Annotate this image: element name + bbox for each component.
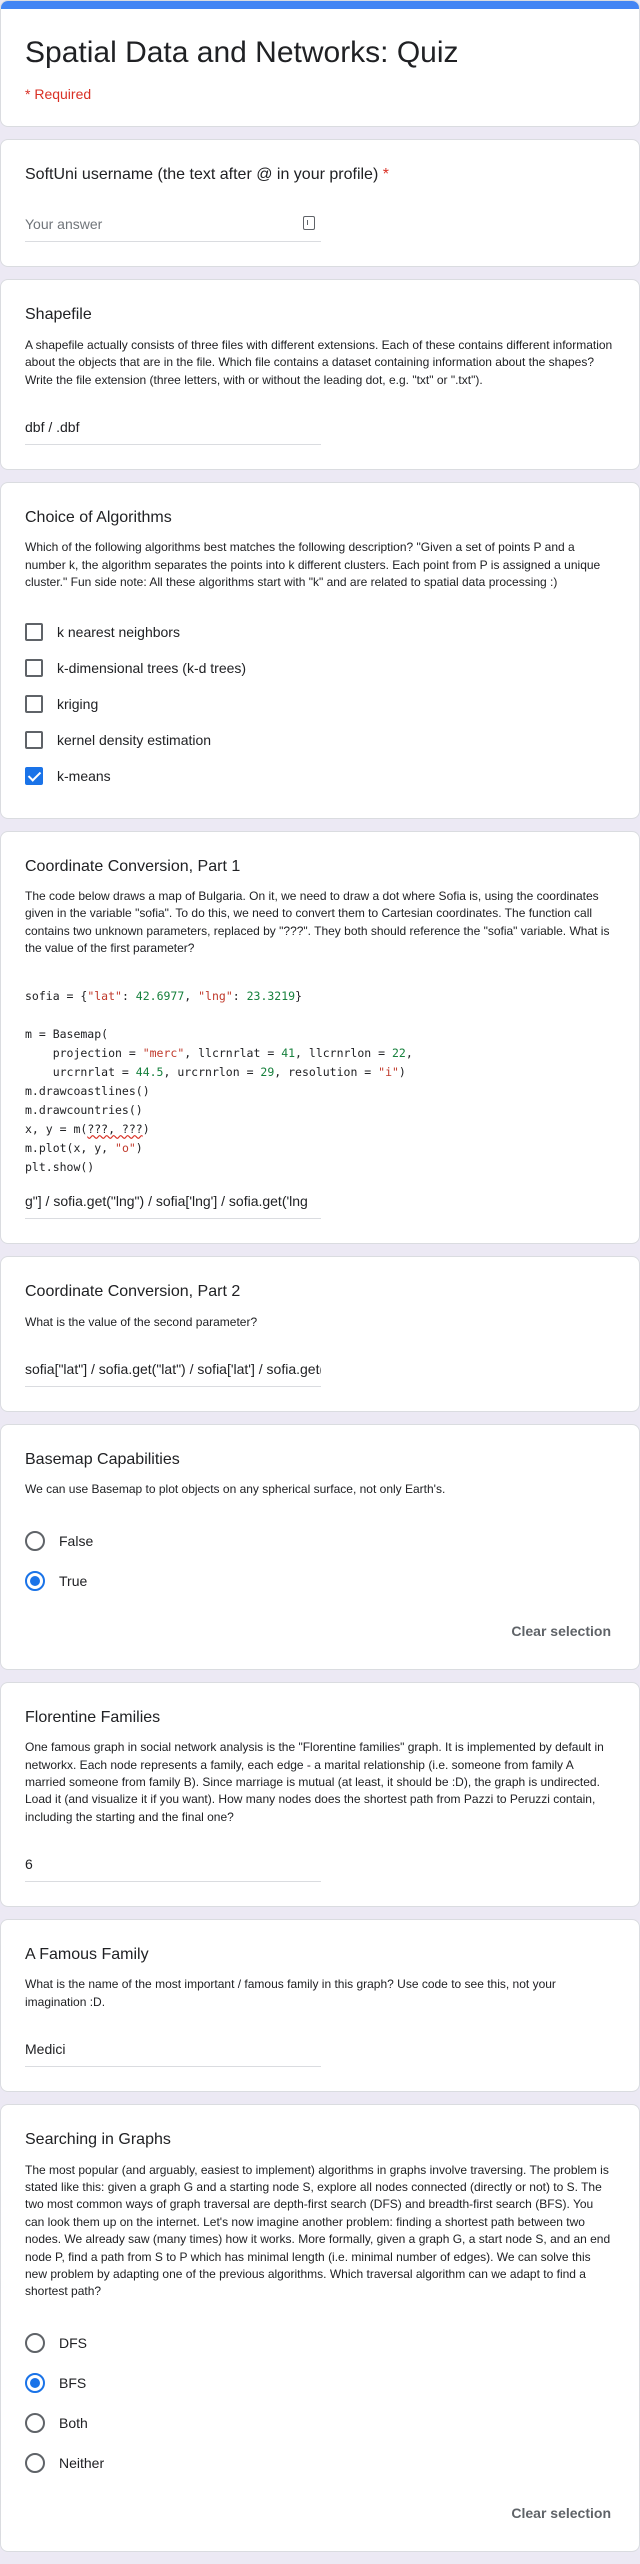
option-label: Neither bbox=[59, 2454, 105, 2471]
question-title: Shapefile bbox=[25, 306, 92, 324]
required-note: * Required bbox=[25, 86, 92, 102]
question-username: SoftUni username (the text after @ in yo… bbox=[0, 139, 640, 268]
question-title-text: SoftUni username (the text after @ in yo… bbox=[25, 166, 379, 183]
checkbox[interactable] bbox=[25, 658, 43, 677]
question-description: Which of the following algorithms best m… bbox=[25, 540, 601, 590]
option-label: k nearest neighbors bbox=[57, 623, 180, 640]
question-title: SoftUni username (the text after @ in yo… bbox=[25, 164, 615, 186]
username-input[interactable]: Your answer bbox=[25, 216, 321, 243]
checkbox-option-kd-trees[interactable]: k-dimensional trees (k-d trees) bbox=[25, 650, 615, 686]
clear-selection-button[interactable]: Clear selection bbox=[507, 1617, 615, 1645]
option-label: False bbox=[59, 1532, 94, 1549]
code-block: sofia = {"lat": 42.6977, "lng": 23.3219}… bbox=[25, 989, 413, 1175]
question-title: Searching in Graphs bbox=[25, 2131, 171, 2149]
question-description: The most popular (and arguably, easiest … bbox=[25, 2162, 611, 2299]
florentine-answer-input[interactable]: 6 bbox=[25, 1856, 321, 1883]
coord1-answer-input[interactable]: g"] / sofia.get("lng") / sofia['lng'] / … bbox=[25, 1193, 321, 1220]
question-title: A Famous Family bbox=[25, 1946, 149, 1964]
radio-option-true[interactable]: True bbox=[25, 1561, 615, 1601]
option-label: Both bbox=[59, 2414, 88, 2431]
radio-button[interactable] bbox=[25, 1530, 45, 1551]
question-shapefile: Shapefile A shapefile actually consists … bbox=[0, 279, 640, 470]
text-field-icon bbox=[303, 216, 315, 231]
option-label: BFS bbox=[59, 2374, 87, 2391]
radio-button[interactable] bbox=[25, 2452, 45, 2473]
question-description: What is the name of the most important /… bbox=[25, 1977, 556, 2009]
question-title: Coordinate Conversion, Part 1 bbox=[25, 857, 241, 875]
checkbox-option-kde[interactable]: kernel density estimation bbox=[25, 722, 615, 758]
question-title: Coordinate Conversion, Part 2 bbox=[25, 1283, 241, 1301]
checkbox-option-kriging[interactable]: kriging bbox=[25, 686, 615, 722]
famous-family-answer-input[interactable]: Medici bbox=[25, 2041, 321, 2068]
form-header-card: Spatial Data and Networks: Quiz * Requir… bbox=[0, 0, 640, 127]
checkbox-options: k nearest neighbors k-dimensional trees … bbox=[25, 614, 615, 794]
option-label: k-dimensional trees (k-d trees) bbox=[57, 659, 247, 676]
username-placeholder: Your answer bbox=[25, 216, 103, 233]
question-description: The code below draws a map of Bulgaria. … bbox=[25, 888, 610, 956]
question-title: Florentine Families bbox=[25, 1708, 161, 1726]
radio-option-neither[interactable]: Neither bbox=[25, 2443, 615, 2483]
radio-button-selected[interactable] bbox=[25, 2372, 45, 2393]
question-description: One famous graph in social network analy… bbox=[25, 1740, 604, 1824]
checkbox[interactable] bbox=[25, 730, 43, 749]
option-label: k-means bbox=[57, 767, 111, 784]
checkbox-option-kmeans[interactable]: k-means bbox=[25, 758, 615, 794]
checkbox-checked[interactable] bbox=[25, 766, 43, 785]
form-page: Spatial Data and Networks: Quiz * Requir… bbox=[0, 0, 640, 2552]
question-title: Choice of Algorithms bbox=[25, 508, 172, 526]
checkbox[interactable] bbox=[25, 622, 43, 641]
question-famous-family: A Famous Family What is the name of the … bbox=[0, 1919, 640, 2093]
question-basemap: Basemap Capabilities We can use Basemap … bbox=[0, 1423, 640, 1670]
radio-option-false[interactable]: False bbox=[25, 1521, 615, 1561]
clear-selection-button[interactable]: Clear selection bbox=[507, 2499, 615, 2527]
radio-button[interactable] bbox=[25, 2332, 45, 2353]
question-algorithms: Choice of Algorithms Which of the follow… bbox=[0, 481, 640, 819]
question-description: What is the value of the second paramete… bbox=[25, 1314, 258, 1329]
radio-options: DFS BFS Both Neither bbox=[25, 2323, 615, 2483]
question-searching-graphs: Searching in Graphs The most popular (an… bbox=[0, 2104, 640, 2552]
radio-option-dfs[interactable]: DFS bbox=[25, 2323, 615, 2363]
clear-row: Clear selection bbox=[25, 1617, 615, 1645]
checkbox-option-knn[interactable]: k nearest neighbors bbox=[25, 614, 615, 650]
question-coord-part1: Coordinate Conversion, Part 1 The code b… bbox=[0, 830, 640, 1245]
radio-options: False True bbox=[25, 1521, 615, 1601]
radio-option-bfs[interactable]: BFS bbox=[25, 2363, 615, 2403]
clear-row: Clear selection bbox=[25, 2499, 615, 2527]
required-star: * bbox=[382, 166, 389, 183]
question-florentine: Florentine Families One famous graph in … bbox=[0, 1681, 640, 1908]
radio-button[interactable] bbox=[25, 2412, 45, 2433]
coord2-answer-input[interactable]: sofia["lat"] / sofia.get("lat") / sofia[… bbox=[25, 1361, 321, 1387]
form-title: Spatial Data and Networks: Quiz bbox=[25, 36, 459, 69]
option-label: True bbox=[59, 1572, 88, 1589]
question-title: Basemap Capabilities bbox=[25, 1450, 180, 1468]
option-label: kriging bbox=[57, 695, 99, 712]
question-description: We can use Basemap to plot objects on an… bbox=[25, 1482, 446, 1497]
checkbox[interactable] bbox=[25, 694, 43, 713]
shapefile-answer-input[interactable]: dbf / .dbf bbox=[25, 419, 321, 445]
question-description: A shapefile actually consists of three f… bbox=[25, 337, 613, 387]
radio-button-selected[interactable] bbox=[25, 1570, 45, 1591]
option-label: DFS bbox=[59, 2334, 87, 2351]
radio-option-both[interactable]: Both bbox=[25, 2403, 615, 2443]
question-coord-part2: Coordinate Conversion, Part 2 What is th… bbox=[0, 1256, 640, 1412]
option-label: kernel density estimation bbox=[57, 731, 212, 748]
